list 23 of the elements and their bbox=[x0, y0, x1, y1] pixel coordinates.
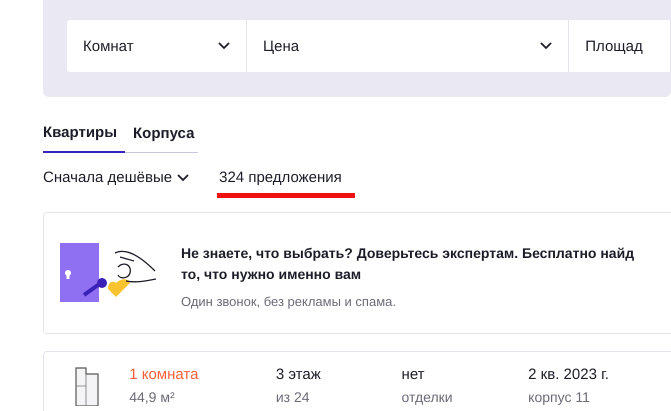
filter-dropdown[interactable]: Площад bbox=[569, 20, 671, 72]
offer-count: 324 предложения bbox=[219, 169, 343, 186]
chevron-down-icon bbox=[218, 42, 230, 50]
building-label: корпус 11 bbox=[528, 389, 591, 405]
floor-label: 3 этаж bbox=[276, 366, 322, 383]
tab[interactable]: Корпуса bbox=[125, 124, 194, 152]
promo-headline: Не знаете, что выбрать? Доверьтесь экспертам. Бесплатно найд bbox=[181, 244, 634, 263]
tab[interactable]: Квартиры bbox=[43, 124, 126, 153]
promo-headline: то, что нужно именно вам bbox=[181, 265, 362, 284]
chevron-down-icon bbox=[177, 174, 190, 182]
floor-total-label: из 24 bbox=[276, 389, 311, 405]
rooms-label: 1 комната bbox=[129, 366, 200, 383]
filter-dropdown[interactable]: Цена bbox=[247, 20, 570, 72]
deadline-label: 2 кв. 2023 г. bbox=[528, 366, 610, 383]
area-label: 44,9 м² bbox=[129, 389, 176, 405]
promo-subtitle: Один звонок, без рекламы и спама. bbox=[181, 294, 397, 309]
chevron-down-icon bbox=[540, 42, 552, 50]
finish-note-label: отделки bbox=[402, 389, 454, 405]
apartment-row[interactable]: 1 комната 44,9 м² 3 этаж из 24 нет отделки 2 кв. 2023 г. корпус 11 bbox=[43, 351, 671, 411]
floor-plan-icon bbox=[74, 366, 100, 406]
sort-dropdown[interactable]: Сначала дешёвые bbox=[43, 169, 190, 186]
finish-label: нет bbox=[402, 366, 426, 383]
filter-dropdown[interactable]: Комнат bbox=[67, 20, 248, 72]
